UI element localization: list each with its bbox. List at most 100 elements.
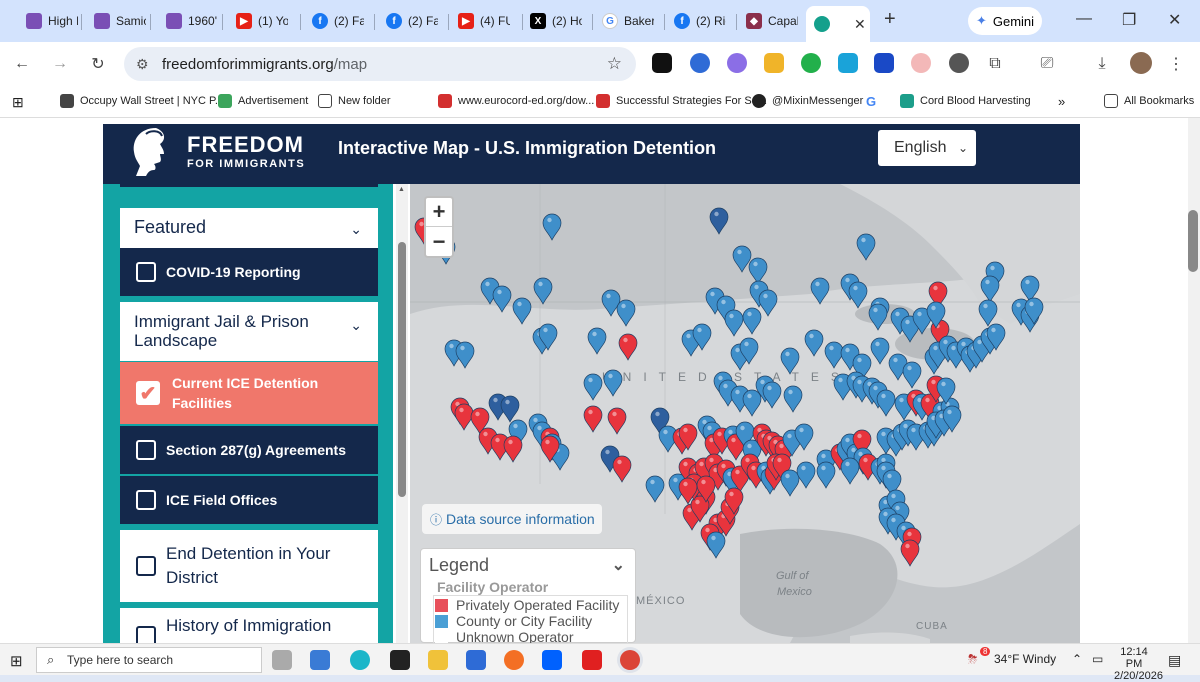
- private-facility-marker[interactable]: [583, 405, 603, 433]
- county-facility-marker[interactable]: [816, 461, 836, 489]
- county-facility-marker[interactable]: [780, 347, 800, 375]
- private-facility-marker[interactable]: [454, 403, 474, 431]
- county-facility-marker[interactable]: [868, 303, 888, 331]
- county-facility-marker[interactable]: [783, 385, 803, 413]
- maximize-icon[interactable]: ❐: [1122, 10, 1136, 30]
- county-facility-marker[interactable]: [856, 233, 876, 261]
- tab-4[interactable]: ▶ (1) Yo: [228, 6, 298, 36]
- extensions-icon[interactable]: ⧉: [983, 52, 1007, 76]
- edge-icon[interactable]: [350, 650, 370, 670]
- county-facility-marker[interactable]: [870, 337, 890, 365]
- county-facility-marker[interactable]: [583, 373, 603, 401]
- notifications-icon[interactable]: ▤: [1168, 652, 1181, 669]
- tab-9[interactable]: G Baker: [594, 6, 662, 36]
- county-facility-marker[interactable]: [848, 281, 868, 309]
- landscape-section-header[interactable]: Immigrant Jail & Prison Landscape ⌄: [120, 302, 378, 361]
- county-facility-marker[interactable]: [542, 213, 562, 241]
- avatar[interactable]: [1130, 52, 1152, 74]
- lens-icon[interactable]: ⎚: [1035, 52, 1059, 76]
- extension-4-icon[interactable]: [764, 53, 784, 73]
- county-facility-marker[interactable]: [876, 389, 896, 417]
- more-bookmarks-icon[interactable]: »: [1058, 94, 1065, 109]
- private-facility-marker[interactable]: [612, 455, 632, 483]
- sidebar-scrollbar[interactable]: ▲: [396, 184, 408, 643]
- county-facility-marker[interactable]: [742, 307, 762, 335]
- bookmark-5[interactable]: Successful Strategies For Se...: [596, 94, 767, 108]
- county-facility-marker[interactable]: [512, 297, 532, 325]
- page-scrollbar[interactable]: [1188, 118, 1200, 643]
- tab-1[interactable]: High I: [18, 6, 78, 36]
- bookmark-6[interactable]: @MixinMessenger: [752, 94, 863, 108]
- tab-5[interactable]: f (2) Fa: [304, 6, 372, 36]
- task-view-icon[interactable]: [272, 650, 292, 670]
- bookmark-4[interactable]: www.eurocord-ed.org/dow...: [438, 94, 594, 108]
- county-facility-marker[interactable]: [616, 299, 636, 327]
- county-facility-marker[interactable]: [455, 341, 475, 369]
- county-facility-marker[interactable]: [533, 277, 553, 305]
- county-facility-marker[interactable]: [978, 299, 998, 327]
- extension-2-icon[interactable]: [690, 53, 710, 73]
- county-facility-marker[interactable]: [762, 381, 782, 409]
- county-facility-marker[interactable]: [824, 341, 844, 369]
- tab-6[interactable]: f (2) Fa: [378, 6, 446, 36]
- file-explorer-icon[interactable]: [428, 650, 448, 670]
- reload-icon[interactable]: ↻: [86, 52, 110, 76]
- clock[interactable]: 12:14 PM 2/20/2026: [1114, 646, 1163, 682]
- gemini-button[interactable]: ✦ Gemini: [968, 7, 1042, 35]
- windows-start-icon[interactable]: ⊞: [10, 652, 23, 670]
- bookmark-3[interactable]: New folder: [318, 94, 391, 108]
- extension-1-icon[interactable]: [652, 53, 672, 73]
- county-facility-marker[interactable]: [645, 475, 665, 503]
- featured-section-header[interactable]: Featured ⌄: [120, 208, 378, 248]
- checkbox-checked-icon[interactable]: ✔: [136, 381, 160, 405]
- county-facility-marker[interactable]: [796, 461, 816, 489]
- extension-3-icon[interactable]: [727, 53, 747, 73]
- covid-reporting-option[interactable]: COVID-19 Reporting: [120, 248, 378, 296]
- county-facility-marker[interactable]: [804, 329, 824, 357]
- weather-text[interactable]: 34°F Windy: [994, 652, 1056, 666]
- tab-2[interactable]: Samic: [86, 6, 146, 36]
- tab-7[interactable]: ▶ (4) FU: [450, 6, 520, 36]
- extension-6-icon[interactable]: [838, 53, 858, 73]
- current-ice-option[interactable]: ✔ Current ICE Detention Facilities: [120, 362, 378, 424]
- dropbox-icon[interactable]: [542, 650, 562, 670]
- back-icon[interactable]: ←: [10, 52, 34, 76]
- county-facility-marker[interactable]: [724, 309, 744, 337]
- checkbox-icon[interactable]: [136, 556, 156, 576]
- tab-10[interactable]: f (2) Ric: [666, 6, 734, 36]
- legend-toggle-icon[interactable]: ⌄: [612, 555, 625, 575]
- bookmark-2[interactable]: Advertisement: [218, 94, 308, 108]
- address-bar[interactable]: ⚙ freedomforimmigrants.org/map ☆: [124, 47, 636, 81]
- network-icon[interactable]: ▭: [1092, 652, 1103, 666]
- data-source-button[interactable]: ⓘ Data source information: [422, 504, 602, 534]
- private-facility-marker[interactable]: [503, 435, 523, 463]
- private-facility-marker[interactable]: [618, 333, 638, 361]
- county-facility-marker[interactable]: [742, 389, 762, 417]
- site-settings-icon[interactable]: ⚙: [136, 56, 149, 73]
- county-facility-marker[interactable]: [758, 289, 778, 317]
- checkbox-icon[interactable]: [136, 490, 156, 510]
- google-bookmark[interactable]: G: [866, 94, 876, 109]
- chevron-up-icon[interactable]: ⌃: [1072, 652, 1082, 666]
- county-facility-marker[interactable]: [980, 275, 1000, 303]
- extension-9-icon[interactable]: [949, 53, 969, 73]
- store-icon[interactable]: [466, 650, 486, 670]
- county-facility-marker[interactable]: [840, 457, 860, 485]
- extension-8-icon[interactable]: [911, 53, 931, 73]
- checkbox-icon[interactable]: [136, 440, 156, 460]
- firefox-icon[interactable]: [504, 650, 524, 670]
- county-facility-marker[interactable]: [732, 245, 752, 273]
- bookmark-7[interactable]: Cord Blood Harvesting: [900, 94, 1031, 108]
- section287-option[interactable]: Section 287(g) Agreements: [120, 426, 378, 474]
- minimize-icon[interactable]: —: [1076, 10, 1092, 28]
- close-window-icon[interactable]: ✕: [1168, 10, 1181, 30]
- field-offices-option[interactable]: ICE Field Offices: [120, 476, 378, 524]
- county-facility-marker[interactable]: [603, 369, 623, 397]
- language-select[interactable]: English ⌄: [878, 130, 976, 166]
- tab-active[interactable]: ✕: [806, 6, 870, 42]
- county-facility-marker[interactable]: [706, 531, 726, 559]
- chrome-icon[interactable]: [620, 650, 640, 670]
- map-canvas[interactable]: UNITED STATES Gulf of Mexico MÉXICO CUBA…: [410, 184, 1080, 643]
- county-facility-marker[interactable]: [587, 327, 607, 355]
- all-bookmarks[interactable]: All Bookmarks: [1104, 94, 1194, 108]
